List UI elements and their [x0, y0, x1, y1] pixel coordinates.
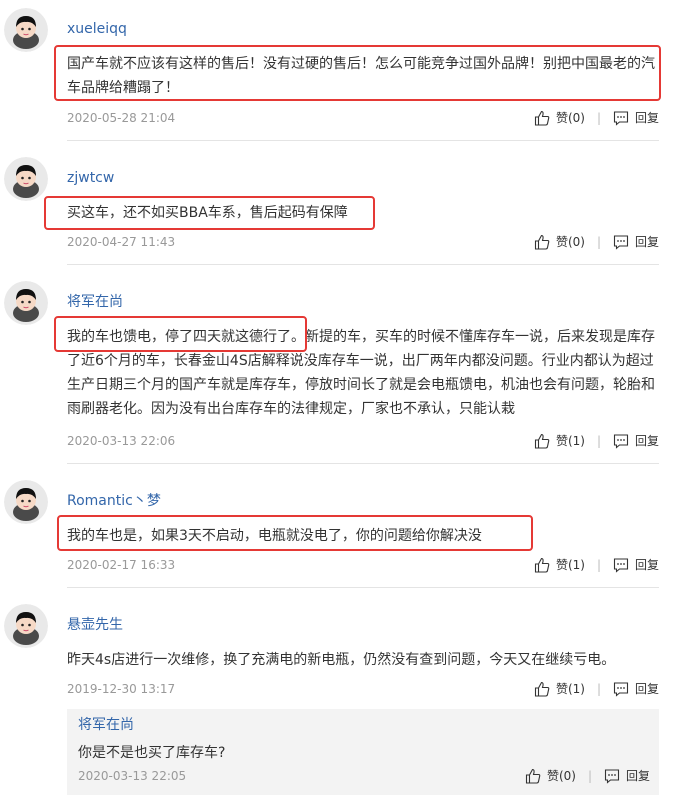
comment-date: 2020-04-27 11:43 — [67, 235, 176, 249]
nested-reply-box: 将军在尚 你是不是也买了库存车? 2020-03-13 22:05 赞(0) |… — [67, 709, 659, 795]
like-button[interactable]: 赞(1) — [534, 557, 585, 573]
reply-button[interactable]: 回复 — [613, 110, 659, 126]
divider — [67, 264, 659, 265]
comment-actions: 赞(0) | 回复 — [534, 110, 659, 126]
comment-date: 2019-12-30 13:17 — [67, 682, 176, 696]
action-separator: | — [596, 682, 601, 696]
comment-text-line: 雨刷器老化。因为没有出台库存车的法律规定，厂家也不承认，只能认栽 — [67, 401, 515, 417]
comment-username[interactable]: 将军在尚 — [67, 292, 123, 312]
action-separator: | — [587, 769, 592, 783]
comment-text-line: 国产车就不应该有这样的售后！没有过硬的售后！怎么可能竞争过国外品牌！别把中国最老… — [67, 56, 655, 72]
like-button[interactable]: 赞(1) — [534, 433, 585, 449]
comment-bubble-icon — [613, 111, 629, 126]
avatar[interactable] — [4, 157, 48, 201]
comment-actions: 赞(1) | 回复 — [534, 557, 659, 573]
comment-text-line: 买这车，还不如买BBA车系，售后起码有保障 — [67, 205, 348, 221]
action-separator: | — [596, 111, 601, 125]
thumbs-up-icon — [534, 557, 550, 573]
comment-date: 2020-03-13 22:06 — [67, 434, 176, 448]
comment-bubble-icon — [613, 235, 629, 250]
comment-username[interactable]: xueleiqq — [67, 19, 127, 39]
comment-text-line: 车品牌给糟蹋了！ — [67, 80, 179, 96]
like-count: 赞(0) — [555, 111, 585, 125]
reply-label: 回复 — [634, 434, 659, 448]
like-count: 赞(1) — [555, 682, 585, 696]
comment-bubble-icon — [613, 434, 629, 449]
reply-label: 回复 — [625, 769, 650, 783]
reply-label: 回复 — [634, 558, 659, 572]
avatar[interactable] — [4, 8, 48, 52]
reply-button[interactable]: 回复 — [613, 433, 659, 449]
reply-label: 回复 — [634, 111, 659, 125]
like-count: 赞(0) — [555, 235, 585, 249]
reply-username[interactable]: 将军在尚 — [78, 715, 134, 735]
divider — [67, 140, 659, 141]
comment-bubble-icon — [604, 769, 620, 784]
comment-text-line: 我的车也是，如果3天不启动，电瓶就没电了，你的问题给你解决没 — [67, 528, 482, 544]
comment-text-line: 我的车也馈电，停了四天就这德行了。新提的车，买车的时候不懂库存车一说，后来发现是… — [67, 329, 655, 345]
divider — [67, 463, 659, 464]
action-separator: | — [596, 235, 601, 249]
like-count: 赞(0) — [546, 769, 576, 783]
comment-username[interactable]: zjwtcw — [67, 168, 114, 188]
reply-button[interactable]: 回复 — [613, 234, 659, 250]
like-count: 赞(1) — [555, 434, 585, 448]
reply-label: 回复 — [634, 682, 659, 696]
thumbs-up-icon — [534, 433, 550, 449]
comment-text: 我的车也是，如果3天不启动，电瓶就没电了，你的问题给你解决没 — [67, 524, 657, 548]
action-separator: | — [596, 434, 601, 448]
like-button[interactable]: 赞(0) — [534, 110, 585, 126]
comment-text: 国产车就不应该有这样的售后！没有过硬的售后！怎么可能竞争过国外品牌！别把中国最老… — [67, 52, 657, 100]
thumbs-up-icon — [534, 110, 550, 126]
avatar[interactable] — [4, 480, 48, 524]
reply-button[interactable]: 回复 — [604, 768, 650, 784]
comment-text-line: 昨天4s店进行一次维修，换了充满电的新电瓶，仍然没有查到问题，今天又在继续亏电。 — [67, 652, 616, 668]
thumbs-up-icon — [525, 768, 541, 784]
like-button[interactable]: 赞(1) — [534, 681, 585, 697]
divider — [67, 587, 659, 588]
avatar[interactable] — [4, 281, 48, 325]
comment-text: 买这车，还不如买BBA车系，售后起码有保障 — [67, 201, 657, 225]
comment-actions: 赞(0) | 回复 — [534, 234, 659, 250]
comment-text: 昨天4s店进行一次维修，换了充满电的新电瓶，仍然没有查到问题，今天又在继续亏电。 — [67, 648, 657, 672]
reply-text: 你是不是也买了库存车? — [78, 745, 226, 761]
comment-text-line: 了近6个月的车，长春金山4S店解释说没库存车一说，出厂两年内都没问题。行业内都认… — [67, 353, 654, 369]
reply-button[interactable]: 回复 — [613, 557, 659, 573]
comment-text-line: 生产日期三个月的国产车就是库存车，停放时间长了就是会电瓶馈电，机油也会有问题，轮… — [67, 377, 655, 393]
avatar[interactable] — [4, 604, 48, 648]
comment-bubble-icon — [613, 558, 629, 573]
thumbs-up-icon — [534, 681, 550, 697]
reply-label: 回复 — [634, 235, 659, 249]
like-button[interactable]: 赞(0) — [525, 768, 576, 784]
reply-button[interactable]: 回复 — [613, 681, 659, 697]
reply-date: 2020-03-13 22:05 — [78, 769, 187, 783]
comment-actions: 赞(1) | 回复 — [534, 433, 659, 449]
comment-date: 2020-02-17 16:33 — [67, 558, 176, 572]
like-button[interactable]: 赞(0) — [534, 234, 585, 250]
comment-username[interactable]: 悬壶先生 — [67, 615, 123, 635]
comment-bubble-icon — [613, 682, 629, 697]
like-count: 赞(1) — [555, 558, 585, 572]
comment-actions: 赞(1) | 回复 — [534, 681, 659, 697]
comment-username[interactable]: Romantic丶梦 — [67, 491, 161, 511]
comment-text: 我的车也馈电，停了四天就这德行了。新提的车，买车的时候不懂库存车一说，后来发现是… — [67, 325, 657, 421]
action-separator: | — [596, 558, 601, 572]
comment-date: 2020-05-28 21:04 — [67, 111, 176, 125]
thumbs-up-icon — [534, 234, 550, 250]
reply-actions: 赞(0) | 回复 — [525, 768, 650, 784]
